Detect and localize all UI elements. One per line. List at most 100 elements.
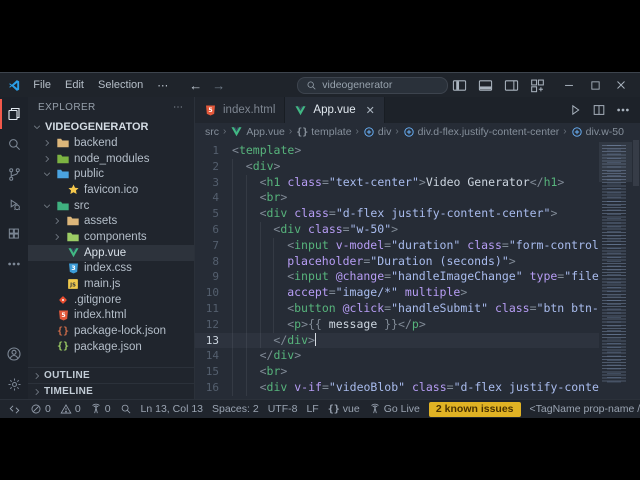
code-line-6[interactable]: 6 <div class="w-50">: [195, 222, 599, 238]
tree-item-package-lock-json[interactable]: {}package-lock.json: [28, 323, 194, 339]
breadcrumb-separator: ›: [563, 126, 566, 137]
status-known-issues[interactable]: 2 known issues: [429, 402, 521, 417]
code-line-2[interactable]: 2 <div>: [195, 159, 599, 175]
code-line-14[interactable]: 14 </div>: [195, 348, 599, 364]
vue-icon: [294, 104, 307, 117]
layout-grid-icon[interactable]: [526, 75, 548, 95]
timeline-section[interactable]: TIMELINE: [28, 383, 194, 399]
status-eol[interactable]: LF: [306, 403, 318, 415]
activity-source-control[interactable]: [0, 159, 28, 189]
tree-root-videogenerator[interactable]: VIDEOGENERATOR: [28, 118, 194, 135]
status-warnings[interactable]: 0: [60, 403, 81, 415]
activity-settings[interactable]: [0, 369, 28, 399]
status-remote-indicator[interactable]: [8, 403, 21, 416]
tree-item-label: components: [84, 231, 147, 243]
menu-[interactable]: ⋯: [150, 75, 175, 95]
more-icon[interactable]: [616, 103, 630, 117]
tab-index-html[interactable]: 5index.html: [195, 97, 285, 123]
menu-edit[interactable]: Edit: [58, 75, 91, 95]
tree-item-app-vue[interactable]: App.vue: [28, 245, 194, 261]
folder-file-icon: [56, 167, 70, 181]
close-icon[interactable]: [608, 75, 634, 95]
tree-item-assets[interactable]: assets: [28, 213, 194, 229]
chevron-right-icon: [42, 153, 52, 165]
magnifier-icon: [120, 403, 132, 415]
code-line-10[interactable]: 10 accept="image/*" multiple>: [195, 285, 599, 301]
editor-scrollbar[interactable]: [632, 140, 640, 399]
activity-search[interactable]: [0, 129, 28, 159]
line-number: 15: [195, 364, 232, 380]
tree-item-src[interactable]: src: [28, 198, 194, 214]
layout-panel-bottom-icon[interactable]: [474, 75, 496, 95]
outline-section[interactable]: OUTLINE: [28, 367, 194, 383]
minimize-icon[interactable]: [556, 75, 582, 95]
tree-item-node-modules[interactable]: node_modules: [28, 151, 194, 167]
chevron-right-icon: [42, 137, 52, 149]
status-errors[interactable]: 0: [30, 403, 51, 415]
code-line-7[interactable]: 7 <input v-model="duration" class="form-…: [195, 238, 599, 254]
split-editor-icon[interactable]: [592, 103, 606, 117]
status-indentation[interactable]: Spaces: 2: [212, 403, 259, 415]
tree-item-index-css[interactable]: 3index.css: [28, 261, 194, 277]
code-line-16[interactable]: 16 <div v-if="videoBlob" class="d-flex j…: [195, 380, 599, 396]
status-encoding[interactable]: UTF-8: [268, 403, 298, 415]
chevron-right-icon: [32, 386, 42, 398]
activity-more-views[interactable]: [0, 249, 28, 279]
breadcrumb-item[interactable]: src: [205, 126, 219, 138]
layout-sidebar-right-icon[interactable]: [500, 75, 522, 95]
breadcrumb-item[interactable]: div: [363, 126, 391, 138]
command-center-search[interactable]: videogenerator: [297, 77, 448, 94]
status-zoom-indicator[interactable]: [120, 403, 132, 415]
tree-item-components[interactable]: components: [28, 229, 194, 245]
minimap[interactable]: [599, 140, 632, 399]
tree-item-backend[interactable]: backend: [28, 135, 194, 151]
breadcrumb: src›App.vue›{}template›div›div.d-flex.ju…: [195, 123, 640, 140]
menu-file[interactable]: File: [26, 75, 58, 95]
tree-item-label: assets: [84, 215, 117, 227]
status-go-live[interactable]: Go Live: [369, 403, 420, 415]
run-icon[interactable]: [568, 103, 582, 117]
line-number: 3: [195, 175, 232, 191]
breadcrumb-item[interactable]: App.vue: [230, 125, 285, 138]
activity-run-and-debug[interactable]: [0, 189, 28, 219]
tree-item-public[interactable]: public: [28, 166, 194, 182]
sidebar-more-icon[interactable]: ⋯: [173, 102, 184, 113]
code-line-12[interactable]: 12 <p>{{ message }}</p>: [195, 317, 599, 333]
breadcrumb-item[interactable]: div.d-flex.justify-content-center: [403, 126, 560, 138]
layout-sidebar-left-icon[interactable]: [448, 75, 470, 95]
activity-explorer[interactable]: [0, 99, 28, 129]
screenshot-stage: FileEditSelection⋯ ← → videogenerator EX…: [0, 0, 640, 480]
code-line-5[interactable]: 5 <div class="d-flex justify-content-cen…: [195, 206, 599, 222]
status-tag-helper[interactable]: <TagName prop-name />: [530, 403, 640, 415]
nav-forward-icon[interactable]: →: [212, 78, 225, 93]
tree-item-package-json[interactable]: {}package.json: [28, 339, 194, 355]
status-ports[interactable]: 0: [90, 403, 111, 415]
menu-selection[interactable]: Selection: [91, 75, 150, 95]
tree-item--gitignore[interactable]: .gitignore: [28, 292, 194, 308]
activity-account[interactable]: [0, 339, 28, 369]
code-line-4[interactable]: 4 <br>: [195, 190, 599, 206]
code-line-11[interactable]: 11 <button @click="handleSubmit" class="…: [195, 301, 599, 317]
status-cursor-position[interactable]: Ln 13, Col 13: [141, 403, 203, 415]
html-file-icon: 5: [56, 308, 70, 322]
code-line-3[interactable]: 3 <h1 class="text-center">Video Generato…: [195, 175, 599, 191]
code-line-13[interactable]: 13 </div>: [195, 333, 599, 349]
tab-app-vue[interactable]: App.vue✕: [285, 97, 384, 123]
code-editor[interactable]: 1<template>2 <div>3 <h1 class="text-cent…: [195, 140, 599, 399]
code-line-8[interactable]: 8 placeholder="Duration (seconds)">: [195, 254, 599, 270]
folder-file-icon: [56, 199, 70, 213]
breadcrumb-item[interactable]: {}template: [296, 126, 351, 138]
tree-item-main-js[interactable]: JSmain.js: [28, 276, 194, 292]
tree-item-index-html[interactable]: 5index.html: [28, 308, 194, 324]
code-line-15[interactable]: 15 <br>: [195, 364, 599, 380]
code-line-1[interactable]: 1<template>: [195, 143, 599, 159]
close-icon[interactable]: ✕: [366, 104, 375, 117]
status-language-mode[interactable]: {}vue: [328, 403, 360, 415]
element-icon: [403, 126, 415, 138]
code-line-9[interactable]: 9 <input @change="handleImageChange" typ…: [195, 269, 599, 285]
activity-extensions[interactable]: [0, 219, 28, 249]
nav-back-icon[interactable]: ←: [189, 78, 202, 93]
breadcrumb-item[interactable]: div.w-50: [571, 126, 624, 138]
maximize-icon[interactable]: [582, 75, 608, 95]
tree-item-favicon-ico[interactable]: favicon.ico: [28, 182, 194, 198]
